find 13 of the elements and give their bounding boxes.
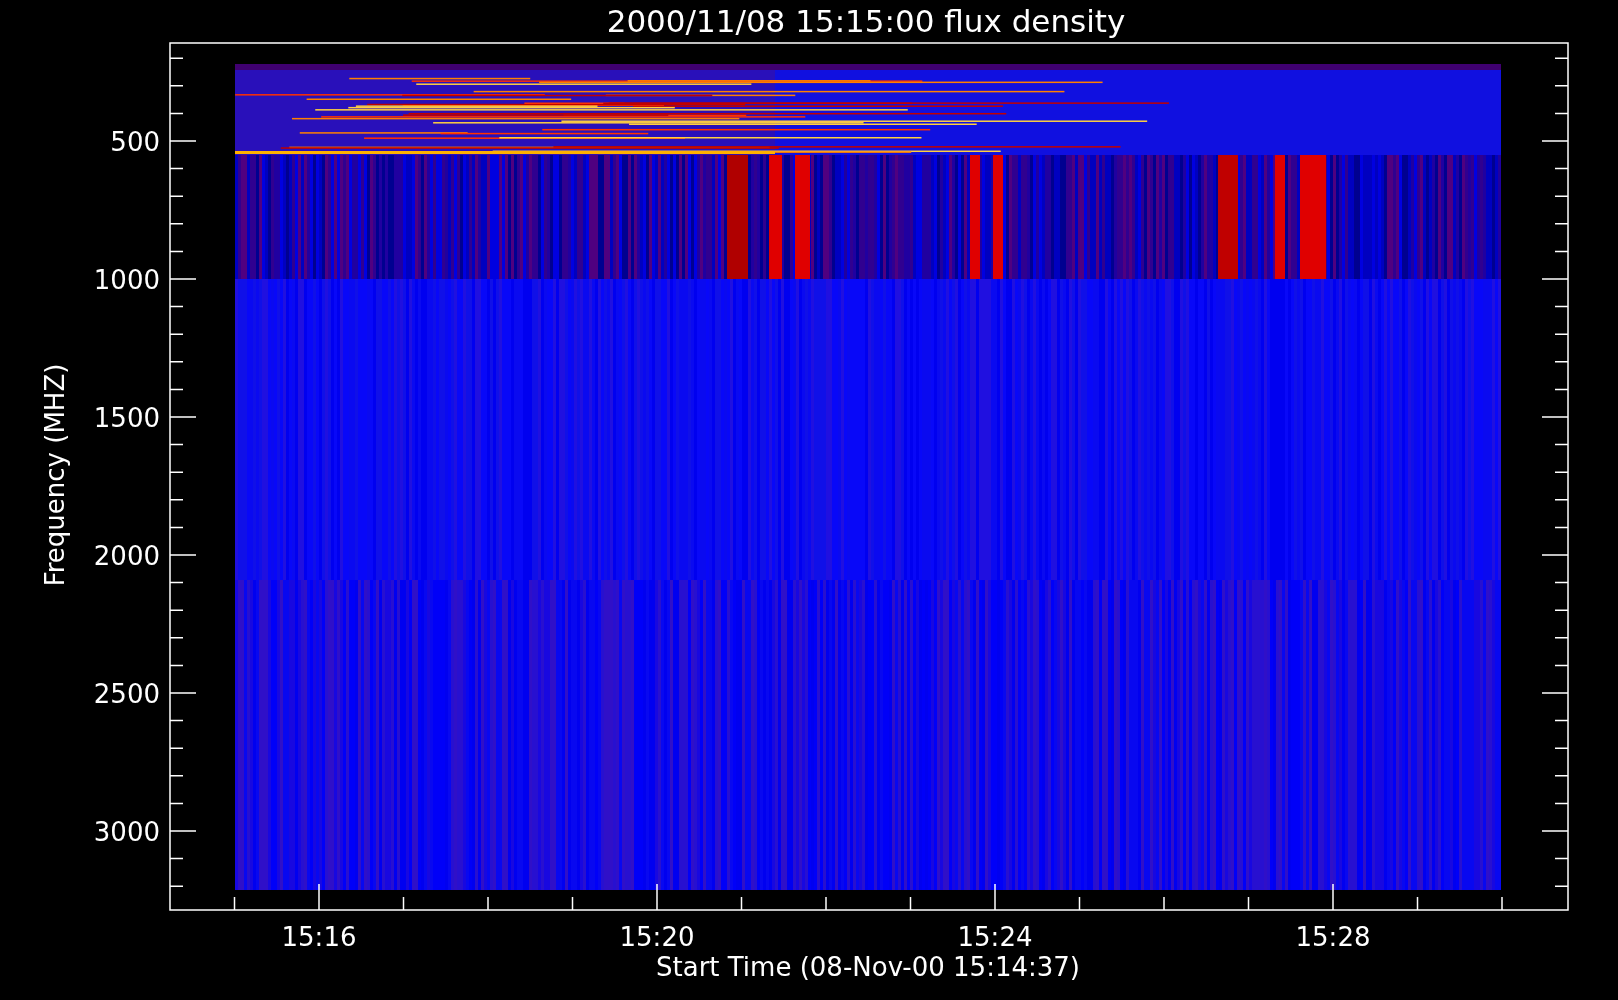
y-tick-label: 3000 — [93, 817, 160, 847]
x-tick-label: 15:24 — [957, 922, 1033, 952]
y-tick-label: 1000 — [93, 265, 160, 295]
x-tick-label: 15:16 — [281, 922, 357, 952]
x-tick-label: 15:28 — [1295, 922, 1371, 952]
y-tick-label: 2500 — [93, 679, 160, 709]
y-tick-label: 1500 — [93, 403, 160, 433]
x-axis-label: Start Time (08-Nov-00 15:14:37) — [656, 952, 1080, 982]
y-axis-label: Frequency (MHZ) — [40, 363, 70, 587]
y-tick-label: 2000 — [93, 541, 160, 571]
y-tick-label: 500 — [110, 127, 160, 157]
x-tick-label: 15:20 — [619, 922, 695, 952]
chart-title: 2000/11/08 15:15:00 flux density — [606, 3, 1126, 39]
